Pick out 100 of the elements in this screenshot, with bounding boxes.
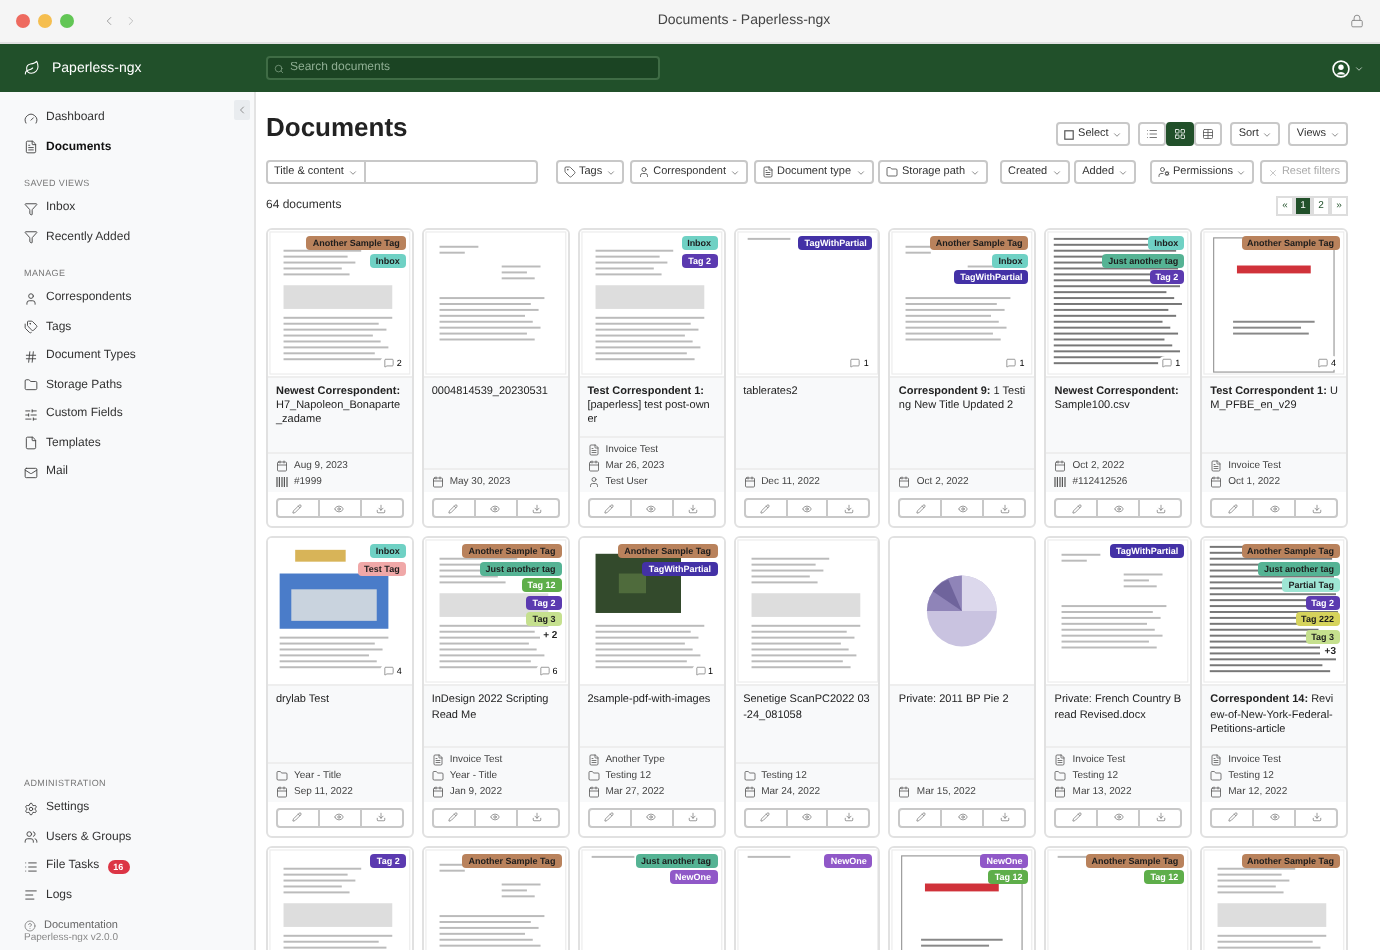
download-button[interactable] [982,498,1027,519]
preview-button[interactable] [940,807,985,828]
preview-button[interactable] [317,498,362,519]
caret-icon [1112,129,1123,139]
calendar-icon [587,460,600,473]
edit-button[interactable] [898,807,943,828]
download-button[interactable] [1138,498,1183,519]
edit-button[interactable] [898,498,943,519]
download-button[interactable] [826,498,871,519]
eye-icon [490,503,501,514]
eye-icon [801,503,812,514]
file-icon [1210,753,1223,766]
edit-button[interactable] [1210,807,1255,828]
collapse-sidebar-button[interactable] [234,100,250,120]
edit-button[interactable] [587,807,632,828]
preview-button[interactable] [473,807,518,828]
pencil-icon [760,503,771,514]
eye-icon [801,812,812,823]
preview-button[interactable] [1096,807,1141,828]
forward-icon [124,14,138,28]
comment-icon [539,666,550,677]
download-button[interactable] [982,807,1027,828]
help-icon [24,920,36,932]
user-icon [587,476,600,489]
edit-button[interactable] [1054,807,1099,828]
edit-button[interactable] [743,498,788,519]
close-window-button[interactable] [16,14,30,28]
mail-icon [24,465,38,480]
edit-button[interactable] [276,498,320,519]
eye-icon [1269,503,1280,514]
user-icon [637,166,650,178]
preview-button[interactable] [940,498,985,519]
tag-icon [563,166,575,178]
preview-button[interactable] [1252,807,1297,828]
file-icon [587,753,600,766]
preview-button[interactable] [1096,498,1141,519]
lock-icon [1350,14,1364,28]
preview-button[interactable] [629,498,674,519]
edit-button[interactable] [743,807,788,828]
download-button[interactable] [515,807,560,828]
folder-icon [587,769,600,782]
user-settings-icon [1157,166,1169,178]
download-button[interactable] [359,498,404,519]
filter-icon [24,230,38,245]
eye-icon [1113,812,1124,823]
preview-button[interactable] [1252,498,1297,519]
view-mode-button[interactable] [1166,122,1195,146]
table-icon [1202,128,1215,140]
user-avatar-icon[interactable] [1332,59,1350,77]
caret-icon [606,167,617,177]
preview-button[interactable] [785,498,829,519]
download-button[interactable] [671,807,716,828]
caret-icon [969,167,980,177]
download-icon [1155,812,1166,823]
eye-icon [646,812,657,823]
comment-icon [383,666,394,677]
pencil-icon [1071,812,1082,823]
pencil-icon [292,503,303,514]
pencil-icon [604,503,615,514]
edit-button[interactable] [276,807,320,828]
edit-button[interactable] [1210,498,1255,519]
folder-icon [24,378,38,393]
download-button[interactable] [359,807,404,828]
download-button[interactable] [826,807,871,828]
grid-icon [1174,128,1187,140]
caret-icon [730,167,741,177]
download-button[interactable] [515,498,560,519]
comment-icon [695,666,706,677]
preview-button[interactable] [473,498,518,519]
eye-icon [334,812,345,823]
file-icon [1054,753,1067,766]
calendar-icon [1210,785,1223,798]
download-button[interactable] [1294,807,1338,828]
preview-button[interactable] [317,807,362,828]
caret-icon [347,167,358,177]
eye-icon [1269,812,1280,823]
pencil-icon [604,812,615,823]
edit-button[interactable] [431,807,476,828]
edit-button[interactable] [431,498,476,519]
back-icon [102,14,116,28]
download-button[interactable] [671,498,716,519]
comment-icon [383,358,394,368]
text-filter-field[interactable] [365,160,538,184]
download-button[interactable] [1294,498,1338,519]
list-icon [24,859,38,874]
sliders-icon [24,407,38,422]
hash-icon [24,349,38,364]
download-button[interactable] [1138,807,1183,828]
pencil-icon [915,812,926,823]
calendar-icon [743,476,756,489]
preview-button[interactable] [785,807,829,828]
zoom-window-button[interactable] [60,14,74,28]
minimize-window-button[interactable] [38,14,52,28]
users-icon [24,830,38,845]
settings-icon [24,801,38,816]
edit-button[interactable] [1054,498,1099,519]
download-icon [688,503,699,514]
eye-icon [957,503,968,514]
edit-button[interactable] [587,498,632,519]
preview-button[interactable] [629,807,674,828]
